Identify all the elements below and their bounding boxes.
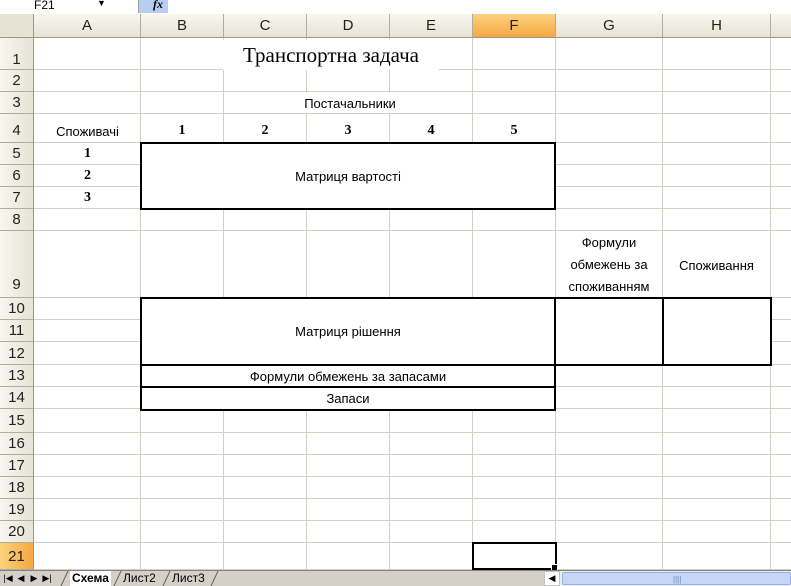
name-box[interactable]: F21 ▼ (0, 0, 139, 13)
row-header-1[interactable]: 1 (0, 38, 34, 70)
row-header-15[interactable]: 15 (0, 409, 34, 433)
first-sheet-icon[interactable]: |◀ (2, 572, 14, 585)
column-header-f[interactable]: F (473, 14, 556, 38)
horizontal-scrollbar[interactable]: ◀ |||| (544, 570, 791, 586)
row-header-11[interactable]: 11 (0, 320, 34, 342)
row-header-20[interactable]: 20 (0, 521, 34, 543)
stock-formulas-label: Формули обмежень за запасами (249, 368, 447, 384)
row-header-16[interactable]: 16 (0, 433, 34, 455)
chevron-down-icon[interactable]: ▼ (97, 0, 106, 8)
row-header-9[interactable]: 9 (0, 231, 34, 298)
supplier-number: 5 (510, 123, 518, 138)
column-header-a[interactable]: A (34, 14, 141, 38)
column-header-h[interactable]: H (663, 14, 771, 38)
tab-sheet-3[interactable]: Лист3 (170, 571, 207, 586)
scrollbar-thumb[interactable]: |||| (562, 572, 791, 585)
row-header-17[interactable]: 17 (0, 455, 34, 477)
solution-matrix-box[interactable]: Матриця рішення (140, 297, 556, 366)
row-header-13[interactable]: 13 (0, 365, 34, 387)
row-header-5[interactable]: 5 (0, 143, 34, 165)
next-sheet-icon[interactable]: ▶ (28, 572, 40, 585)
row-header-6[interactable]: 6 (0, 165, 34, 187)
supplier-number: 1 (178, 123, 186, 138)
name-box-value: F21 (34, 0, 55, 12)
formula-input[interactable] (168, 0, 791, 13)
row-header-12[interactable]: 12 (0, 342, 34, 365)
supplier-number: 2 (261, 123, 269, 138)
row-header-21[interactable]: 21 (0, 543, 34, 570)
column-header-g[interactable]: G (556, 14, 663, 38)
consumption-box[interactable] (662, 297, 772, 366)
column-header-d[interactable]: D (307, 14, 390, 38)
row-header-19[interactable]: 19 (0, 499, 34, 521)
consumers-header: Споживачі (56, 123, 119, 139)
consumer-number: 1 (84, 146, 91, 161)
fx-icon: fx (153, 0, 163, 11)
supplier-number: 3 (344, 123, 352, 138)
column-header-c[interactable]: C (224, 14, 307, 38)
solution-matrix-label: Матриця рішення (295, 324, 401, 339)
row-header-10[interactable]: 10 (0, 298, 34, 320)
row-header-14[interactable]: 14 (0, 387, 34, 409)
consumption-header: Споживання (663, 233, 770, 297)
stock-label: Запаси (326, 391, 370, 406)
prev-sheet-icon[interactable]: ◀ (15, 572, 27, 585)
cost-matrix-label: Матриця вартості (295, 168, 401, 184)
sheet-title: Транспортна задача (223, 40, 439, 70)
cost-matrix-box[interactable]: Матриця вартості (140, 142, 556, 210)
stock-box[interactable]: Запаси (140, 386, 556, 411)
row-header-7[interactable]: 7 (0, 187, 34, 209)
column-header-i[interactable] (771, 14, 791, 38)
suppliers-header: Постачальники (250, 93, 450, 113)
last-sheet-icon[interactable]: ▶| (41, 572, 53, 585)
row-header-4[interactable]: 4 (0, 114, 34, 143)
consumption-formulas-box[interactable] (554, 297, 664, 366)
row-header-18[interactable]: 18 (0, 477, 34, 499)
consumer-number: 3 (84, 190, 91, 205)
consumption-formulas-header: Формули обмежень за споживанням (556, 233, 662, 297)
row-header-8[interactable]: 8 (0, 209, 34, 231)
active-cell-selection[interactable] (472, 542, 557, 570)
row-header-2[interactable]: 2 (0, 70, 34, 92)
row-header-3[interactable]: 3 (0, 92, 34, 114)
consumer-number: 2 (84, 168, 91, 183)
scroll-left-icon[interactable]: ◀ (544, 571, 560, 586)
tab-sheet-schema[interactable]: Схема (70, 571, 111, 586)
insert-function-button[interactable]: fx (139, 0, 168, 13)
stock-formulas-box[interactable]: Формули обмежень за запасами (140, 364, 556, 388)
formula-bar: F21 ▼ fx (0, 0, 791, 13)
tab-sheet-2[interactable]: Лист2 (121, 571, 158, 586)
column-header-b[interactable]: B (141, 14, 224, 38)
select-all-corner[interactable] (0, 14, 34, 38)
supplier-number: 4 (427, 123, 435, 138)
column-header-e[interactable]: E (390, 14, 473, 38)
